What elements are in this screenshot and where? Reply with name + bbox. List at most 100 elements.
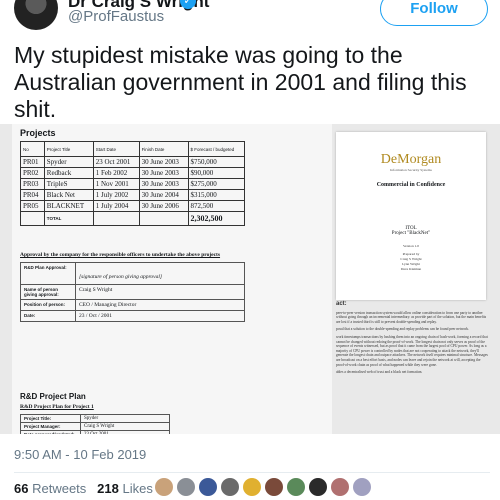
project-name: Project "BlackNet" [391,231,431,236]
projects-title: Projects [20,128,56,138]
table-cell: 23 Oct 2001 [92,156,140,168]
table-cell: 1 July 2002 [92,189,140,201]
liker-avatar[interactable] [221,478,239,496]
approval-row: Position of person: CEO / Managing Direct… [20,299,245,311]
table-cell: TripleS [43,178,94,190]
abstract-text: act: peer-to-peer version transaction sy… [336,301,490,434]
rd-plan-title: R&D Project Plan [20,392,86,401]
rd-row: Project Title: Spyder [20,414,170,423]
table-cell: $275,000 [187,178,246,190]
liker-avatar[interactable] [287,478,305,496]
table-cell: BLACKNET [43,200,94,212]
tweet-text: My stupidest mistake was going to the Au… [14,42,467,122]
approval-label: Name of person giving approval: [20,284,76,300]
retweets-label[interactable]: Retweets [32,481,86,496]
rd-plan-table: Project Title: Spyder Project Manager: Crai… [20,414,170,434]
follow-button[interactable]: Follow [380,0,488,26]
demorgan-logo: DeMorgan [380,152,442,167]
abstract-paragraph: peer-to-peer version transaction system … [336,310,487,324]
liker-avatar[interactable] [309,478,327,496]
table-cell: 30 June 2003 [138,178,189,190]
rd-plan-subtitle: R&D Project Plan for Project 1 [20,404,94,410]
projects-header-cell: No [20,141,45,157]
author-line: Dave Kleiman [400,267,422,271]
likes-label[interactable]: Likes [122,481,152,496]
tweet-header: Dr Craig S Wright ✓ @ProfFaustus Follow [0,0,500,38]
table-cell: PR01 [20,156,45,168]
rd-label: Project Title: [20,414,81,423]
rd-row: Project Manager: Craig S Wright [20,422,170,431]
table-cell: PR04 [20,189,45,201]
liker-avatar[interactable] [199,478,217,496]
rd-label: Date prepared/updated: [20,430,81,434]
table-cell: 30 June 2004 [138,189,189,201]
abstract-heading: act: [336,301,347,307]
approval-row: Name of person giving approval: Craig S W… [20,284,245,300]
abstract-paragraph: ables a decentralised web of trust and a… [336,370,423,375]
table-row: PR01 Spyder 23 Oct 2001 30 June 2003 $750,00… [20,156,246,168]
likes-count[interactable]: 218 [97,481,119,496]
projects-header-cell: Finish Date [138,141,189,157]
abstract-paragraph: posal that a solution to the double-spen… [336,327,470,332]
rd-value: Craig S Wright [80,422,170,431]
tweet-image[interactable]: Projects No Project Title Start Date Finish… [0,124,500,434]
table-cell: PR03 [20,178,45,190]
table-cell: $315,000 [187,189,246,201]
tweet-stats: 66 Retweets 218 Likes [14,481,153,496]
liker-avatar[interactable] [177,478,195,496]
rd-row: Date prepared/updated:23 Oct 2001 [20,430,170,434]
approval-value: CEO / Managing Director [75,299,245,311]
table-cell: Redback [43,167,94,179]
approval-value: 23 / Oct / 2001 [75,310,245,322]
author-handle[interactable]: @ProfFaustus [68,8,164,25]
table-cell: PR05 [20,200,45,212]
liker-avatar[interactable] [265,478,283,496]
table-cell: 1 Feb 2002 [92,167,140,179]
confidential-label: Commercial in Confidence [376,182,446,188]
table-cell: PR02 [20,167,45,179]
table-row: PR05 BLACKNET 1 July 2004 30 June 2006 872,5… [20,200,246,212]
total-value: 2,302,500 [187,211,246,226]
table-cell: Spyder [43,156,94,168]
version-label: Version 1.0 [403,244,419,248]
table-cell: Black Net [43,189,94,201]
projects-table: No Project Title Start Date Finish Date $ Fo… [20,141,246,226]
liker-avatar[interactable] [155,478,173,496]
table-cell: 30 June 2003 [138,156,189,168]
liker-avatar[interactable] [243,478,261,496]
table-cell: 872,500 [187,200,246,212]
rd-value: Spyder [80,414,170,423]
approval-value: Craig S Wright [75,284,245,300]
abstract-paragraph: work timestamps transactions by hashing … [336,334,488,367]
logo-tagline: Information Security Systems [390,168,432,172]
tweet-timestamp[interactable]: 9:50 AM - 10 Feb 2019 [14,447,146,462]
table-row: PR02 Redback 1 Feb 2002 30 June 2003 $90,000 [20,167,246,179]
rd-value: 23 Oct 2001 [80,430,170,434]
approval-label: Date: [20,310,76,322]
divider [14,472,490,473]
retweets-count[interactable]: 66 [14,481,28,496]
projects-header-cell: $ Forecast / budgeted [187,141,246,157]
table-cell: 30 June 2003 [138,167,189,179]
table-cell: 1 July 2004 [92,200,140,212]
approval-table: R&D Plan Approval: [signature of person g… [20,262,245,322]
liker-avatar[interactable] [353,478,371,496]
projects-header-cell: Project Title [43,141,94,157]
avatar[interactable] [14,0,58,30]
document-cover: DeMorgan Information Security Systems Co… [336,132,486,300]
approval-title: Approval by the company for the responsi… [20,252,221,258]
table-cell: 30 June 2006 [138,200,189,212]
total-row: TOTAL 2,302,500 [20,211,246,226]
table-cell: 1 Nov 2001 [92,178,140,190]
approval-row: Date: 23 / Oct / 2001 [20,310,245,322]
liker-avatar[interactable] [331,478,349,496]
approval-value: [signature of person giving approval] [75,262,245,285]
rd-label: Project Manager: [20,422,81,431]
document-left: Projects No Project Title Start Date Finish… [12,124,332,434]
table-cell: $750,000 [187,156,246,168]
approval-label: Position of person: [20,299,76,311]
approval-label: R&D Plan Approval: [20,262,76,285]
table-row: PR03 TripleS 1 Nov 2001 30 June 2003 $275,00… [20,178,246,190]
projects-header-cell: Start Date [92,141,140,157]
total-label: TOTAL [43,211,94,226]
